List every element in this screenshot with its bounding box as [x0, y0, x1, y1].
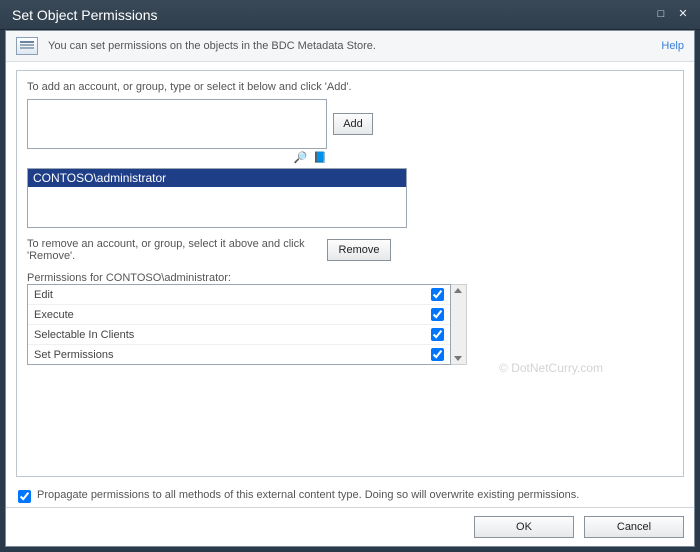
remove-hint: To remove an account, or group, select i… — [27, 238, 327, 262]
permission-row: Execute — [28, 305, 450, 325]
browse-directory-icon[interactable]: 📘 — [313, 152, 327, 164]
picker-icons: 🔎 📘 — [27, 151, 327, 164]
account-input[interactable] — [27, 99, 327, 149]
help-link[interactable]: Help — [661, 40, 684, 52]
propagate-label: Propagate permissions to all methods of … — [37, 489, 579, 501]
info-bar: You can set permissions on the objects i… — [6, 31, 694, 62]
permission-row: Set Permissions — [28, 345, 450, 364]
permission-checkbox-setperm[interactable] — [431, 348, 444, 361]
cancel-button[interactable]: Cancel — [584, 516, 684, 538]
permissions-header: Permissions for CONTOSO\administrator: — [27, 272, 673, 284]
permission-label: Set Permissions — [34, 349, 431, 361]
propagate-checkbox[interactable] — [18, 490, 31, 503]
account-list[interactable]: CONTOSO\administrator — [27, 168, 407, 228]
permission-label: Execute — [34, 309, 431, 321]
add-button[interactable]: Add — [333, 113, 373, 135]
store-icon — [16, 37, 38, 55]
permissions-list: Edit Execute Selectable In Clients Set P… — [27, 284, 451, 365]
permission-checkbox-edit[interactable] — [431, 288, 444, 301]
account-list-item[interactable]: CONTOSO\administrator — [28, 169, 406, 187]
permission-label: Selectable In Clients — [34, 329, 431, 341]
window-title: Set Object Permissions — [12, 7, 648, 23]
maximize-icon[interactable]: □ — [652, 7, 670, 23]
title-bar: Set Object Permissions □ ✕ — [0, 0, 700, 30]
close-icon[interactable]: ✕ — [674, 7, 692, 23]
watermark: © DotNetCurry.com — [499, 361, 603, 375]
remove-button[interactable]: Remove — [327, 239, 391, 261]
dialog-footer: OK Cancel — [6, 507, 694, 546]
permission-row: Selectable In Clients — [28, 325, 450, 345]
permission-label: Edit — [34, 289, 431, 301]
permissions-scrollbar[interactable] — [451, 284, 467, 365]
info-text: You can set permissions on the objects i… — [48, 40, 661, 52]
add-hint: To add an account, or group, type or sel… — [27, 81, 673, 93]
check-name-icon[interactable]: 🔎 — [294, 152, 308, 164]
permission-checkbox-execute[interactable] — [431, 308, 444, 321]
permission-row: Edit — [28, 285, 450, 305]
propagate-row: Propagate permissions to all methods of … — [6, 481, 694, 507]
main-panel: To add an account, or group, type or sel… — [16, 70, 684, 477]
permission-checkbox-selectable[interactable] — [431, 328, 444, 341]
dialog-body: You can set permissions on the objects i… — [5, 30, 695, 547]
ok-button[interactable]: OK — [474, 516, 574, 538]
